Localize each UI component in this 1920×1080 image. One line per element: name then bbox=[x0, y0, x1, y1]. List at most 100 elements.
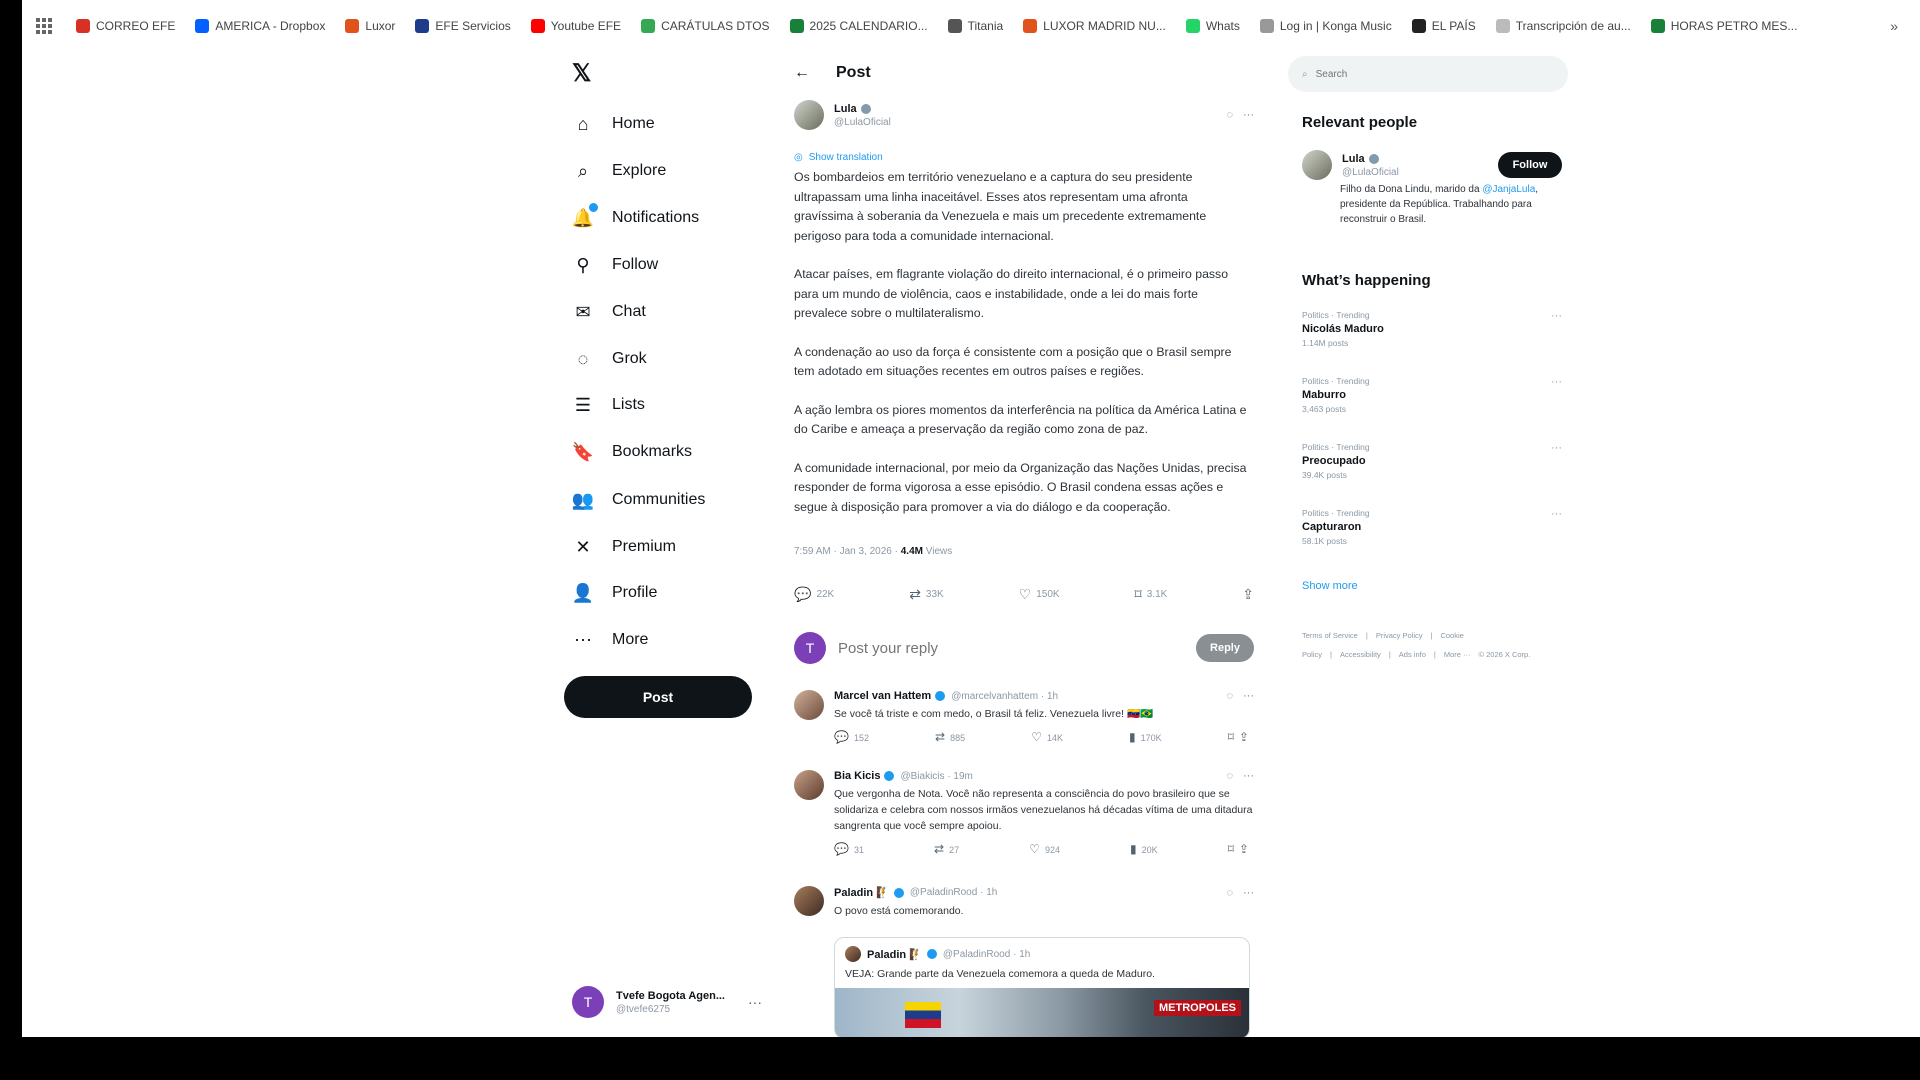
reply-button[interactable]: Reply bbox=[1196, 634, 1254, 662]
show-translation-link[interactable]: ◎ Show translation bbox=[794, 152, 883, 163]
reply-avatar[interactable] bbox=[794, 690, 824, 720]
x-logo-icon[interactable]: 𝕏 bbox=[572, 62, 596, 86]
views-action[interactable]: ▮ 170K bbox=[1129, 730, 1162, 744]
trend-item[interactable]: Politics · Trending Nicolás Maduro 1.14M p… bbox=[1302, 310, 1562, 348]
reply-author-handle[interactable]: @PaladinRood · 1h bbox=[910, 887, 997, 898]
bookmark-item[interactable]: CARÁTULAS DTOS bbox=[641, 19, 770, 33]
account-switcher[interactable]: T Tvefe Bogota Agen... @tvefe6275 ··· bbox=[572, 980, 762, 1024]
more-dots-icon[interactable]: ··· bbox=[1551, 310, 1562, 322]
bookmarks-overflow-icon[interactable]: » bbox=[1890, 18, 1898, 34]
reply-item[interactable]: Bia Kicis @Biakicis · 19m ◌ ··· Que vergo… bbox=[794, 770, 1254, 856]
nav-item-chat[interactable]: ✉ Chat bbox=[572, 296, 645, 328]
bookmark-item[interactable]: Transcripción de au... bbox=[1495, 19, 1631, 33]
quote-media-image[interactable]: METROPOLES bbox=[835, 988, 1249, 1037]
relevant-person-name[interactable]: Lula bbox=[1342, 153, 1365, 165]
reply-input[interactable] bbox=[838, 639, 1196, 657]
repost-action[interactable]: ⇄ 33K bbox=[909, 586, 944, 603]
trend-item[interactable]: Politics · Trending Capturaron 58.1K posts… bbox=[1302, 508, 1562, 546]
apps-grid-icon[interactable] bbox=[36, 18, 52, 34]
more-dots-icon[interactable]: ··· bbox=[748, 994, 762, 1010]
repost-action[interactable]: ⇄ 27 bbox=[934, 842, 959, 856]
share-icon[interactable]: ⇪ bbox=[1239, 730, 1249, 744]
follow-button[interactable]: Follow bbox=[1498, 152, 1562, 178]
like-action[interactable]: ♡ 150K bbox=[1019, 586, 1060, 603]
bookmark-item[interactable]: Whats bbox=[1185, 19, 1240, 33]
reply-avatar[interactable] bbox=[794, 886, 824, 916]
reply-author-name[interactable]: Bia Kicis bbox=[834, 770, 880, 782]
nav-item-explore[interactable]: ⌕ Explore bbox=[572, 155, 666, 187]
grok-icon[interactable]: ◌ bbox=[1226, 770, 1233, 782]
reply-action[interactable]: 💬 31 bbox=[834, 842, 864, 856]
nav-item-notifications[interactable]: 🔔 Notifications bbox=[572, 202, 699, 234]
post-timestamp[interactable]: 7:59 AM · Jan 3, 2026 · bbox=[794, 546, 901, 557]
show-more-link[interactable]: Show more bbox=[1302, 580, 1358, 592]
reply-item[interactable]: Paladin 🧗 @PaladinRood · 1h ◌ ··· O povo … bbox=[794, 886, 1254, 1037]
grok-icon[interactable]: ◌ bbox=[1226, 887, 1233, 899]
footer-link[interactable]: More ··· bbox=[1444, 650, 1471, 659]
repost-action[interactable]: ⇄ 885 bbox=[935, 730, 965, 744]
search-box[interactable]: ⌕ bbox=[1288, 56, 1568, 92]
more-dots-icon[interactable]: ··· bbox=[1551, 508, 1562, 520]
reply-author-name[interactable]: Marcel van Hattem bbox=[834, 690, 931, 702]
more-dots-icon[interactable]: ··· bbox=[1551, 442, 1562, 454]
footer-link[interactable]: © 2026 X Corp. bbox=[1479, 650, 1531, 659]
bookmark-item[interactable]: Log in | Konga Music bbox=[1259, 19, 1392, 33]
reply-action[interactable]: 💬 152 bbox=[834, 730, 869, 744]
nav-item-profile[interactable]: 👤 Profile bbox=[572, 577, 658, 609]
reply-author-handle[interactable]: @marcelvanhattem · 1h bbox=[951, 691, 1058, 702]
more-dots-icon[interactable]: ··· bbox=[1243, 770, 1254, 782]
grok-icon[interactable]: ◌ bbox=[1226, 109, 1233, 121]
more-dots-icon[interactable]: ··· bbox=[1243, 690, 1254, 702]
bookmark-item[interactable]: AMERICA - Dropbox bbox=[195, 19, 325, 33]
relevant-person-card[interactable]: Lula @LulaOficial Follow Filho da Dona L… bbox=[1302, 150, 1562, 227]
nav-item-follow[interactable]: ⚲ Follow bbox=[572, 249, 658, 281]
trend-item[interactable]: Politics · Trending Maburro 3,463 posts ··· bbox=[1302, 376, 1562, 414]
footer-link[interactable]: Ads info bbox=[1399, 650, 1426, 659]
footer-link[interactable]: Privacy Policy bbox=[1376, 631, 1423, 640]
views-action[interactable]: ▮ 20K bbox=[1130, 842, 1158, 856]
search-input[interactable] bbox=[1315, 68, 1448, 80]
bookmark-item[interactable]: 2025 CALENDARIO... bbox=[789, 19, 928, 33]
nav-item-lists[interactable]: ☰ Lists bbox=[572, 389, 645, 421]
relevant-person-handle[interactable]: @LulaOficial bbox=[1342, 167, 1399, 178]
author-handle[interactable]: @LulaOficial bbox=[834, 117, 891, 128]
bookmark-item[interactable]: LUXOR MADRID NU... bbox=[1023, 19, 1166, 33]
nav-item-communities[interactable]: 👥 Communities bbox=[572, 484, 706, 516]
author-avatar[interactable] bbox=[794, 100, 824, 130]
nav-item-more[interactable]: ⋯ More bbox=[572, 624, 648, 656]
bio-mention-link[interactable]: @JanjaLula bbox=[1482, 184, 1535, 195]
nav-item-bookmarks[interactable]: 🔖 Bookmarks bbox=[572, 436, 692, 468]
like-action[interactable]: ♡ 14K bbox=[1031, 730, 1063, 744]
nav-item-premium[interactable]: ✕ Premium bbox=[572, 531, 676, 563]
bookmark-item[interactable]: Titania bbox=[947, 19, 1003, 33]
footer-link[interactable]: Accessibility bbox=[1340, 650, 1381, 659]
bookmark-item[interactable]: HORAS PETRO MES... bbox=[1650, 19, 1797, 33]
bookmark-item[interactable]: CORREO EFE bbox=[76, 19, 175, 33]
nav-item-grok[interactable]: ◌ Grok bbox=[572, 343, 647, 375]
more-dots-icon[interactable]: ··· bbox=[1243, 109, 1254, 121]
post-button[interactable]: Post bbox=[564, 676, 752, 718]
nav-item-home[interactable]: ⌂ Home bbox=[572, 108, 655, 140]
reply-avatar[interactable] bbox=[794, 770, 824, 800]
trend-item[interactable]: Politics · Trending Preocupado 39.4K posts… bbox=[1302, 442, 1562, 480]
bookmark-item[interactable]: EL PAÍS bbox=[1411, 19, 1476, 33]
grok-icon[interactable]: ◌ bbox=[1226, 690, 1233, 702]
bookmark-item[interactable]: Luxor bbox=[345, 19, 395, 33]
like-action[interactable]: ♡ 924 bbox=[1029, 842, 1060, 856]
bookmark-item[interactable]: Youtube EFE bbox=[530, 19, 621, 33]
share-action[interactable]: ⇪ bbox=[1242, 586, 1254, 603]
share-icon[interactable]: ⇪ bbox=[1239, 842, 1249, 856]
bookmark-item[interactable]: EFE Servicios bbox=[415, 19, 511, 33]
author-name[interactable]: Lula bbox=[834, 103, 857, 115]
bookmark-icon[interactable]: ⌑ bbox=[1228, 842, 1234, 856]
reply-author-handle[interactable]: @Biakicis · 19m bbox=[900, 771, 972, 782]
bookmark-action[interactable]: ⌑ 3.1K bbox=[1135, 586, 1168, 603]
quoted-post[interactable]: Paladin 🧗 @PaladinRood · 1h VEJA: Grande… bbox=[834, 937, 1250, 1037]
reply-action[interactable]: 💬 22K bbox=[794, 586, 834, 603]
back-arrow-icon[interactable]: ← bbox=[794, 64, 810, 82]
more-dots-icon[interactable]: ··· bbox=[1243, 887, 1254, 899]
bookmark-icon[interactable]: ⌑ bbox=[1228, 730, 1234, 744]
reply-item[interactable]: Marcel van Hattem @marcelvanhattem · 1h … bbox=[794, 690, 1254, 744]
footer-link[interactable]: Terms of Service bbox=[1302, 631, 1358, 640]
more-dots-icon[interactable]: ··· bbox=[1551, 376, 1562, 388]
